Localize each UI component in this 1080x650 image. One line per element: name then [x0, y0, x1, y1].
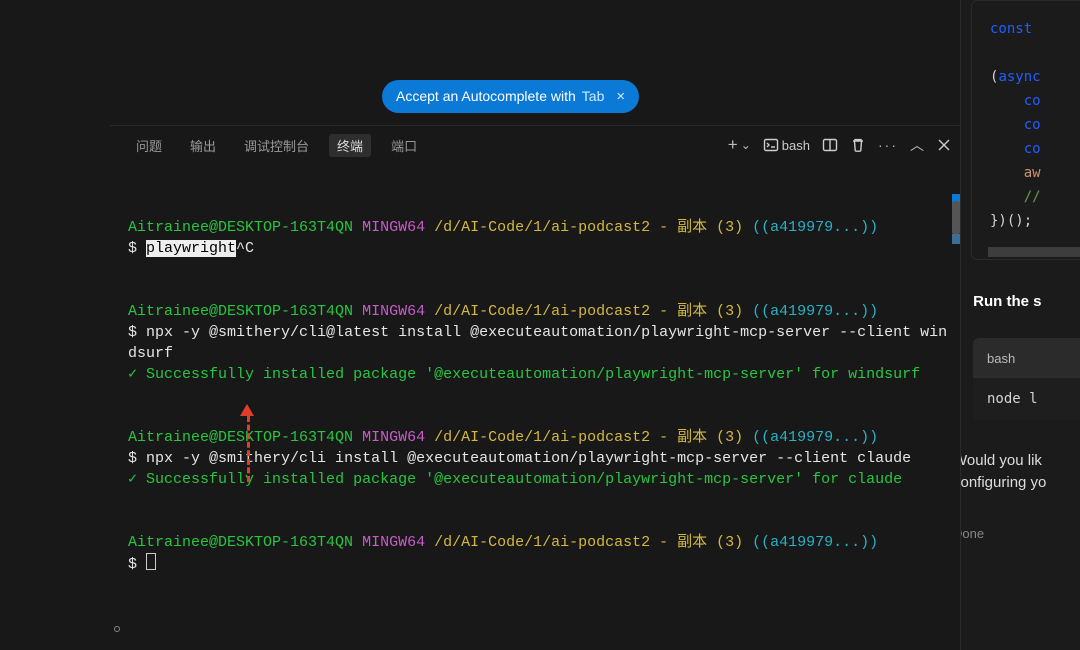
code-scroll-thumb[interactable] [988, 247, 1080, 257]
cmd-line: $ npx -y @smithery/cli install @executea… [128, 450, 911, 467]
code-lang-chip: bash [973, 338, 1080, 378]
prompt-line: Aitrainee@DESKTOP-163T4QN MINGW64 /d/AI-… [128, 219, 878, 236]
shell-label: bash [782, 138, 810, 153]
step-item: 3. Run the s [960, 293, 1080, 310]
tab-debug[interactable]: 调试控制台 [236, 134, 317, 157]
autocomplete-tip-pill[interactable]: Accept an Autocomplete with Tab × [382, 80, 639, 113]
success-line: ✓ Successfully installed package '@execu… [128, 366, 920, 383]
code-block: const (async co co co aw // })(); [971, 0, 1080, 260]
prompt-line: Aitrainee@DESKTOP-163T4QN MINGW64 /d/AI-… [128, 303, 878, 320]
success-line: ✓ Successfully installed package '@execu… [128, 471, 902, 488]
terminal-output[interactable]: Aitrainee@DESKTOP-163T4QN MINGW64 /d/AI-… [128, 196, 948, 640]
terminal-icon [763, 137, 779, 153]
new-terminal-button[interactable]: + ⌄ [728, 135, 751, 155]
kill-terminal-button[interactable] [850, 137, 866, 153]
assistant-paragraph: Would you lik configuring yo [960, 450, 1080, 494]
tab-ports[interactable]: 端口 [383, 134, 425, 157]
close-icon[interactable]: × [616, 80, 625, 113]
pill-kbd: Tab [582, 80, 605, 113]
terminal-cursor [146, 553, 156, 570]
chevron-down-icon: ⌄ [741, 138, 751, 152]
prompt-line: Aitrainee@DESKTOP-163T4QN MINGW64 /d/AI-… [128, 534, 878, 551]
tab-terminal[interactable]: 终端 [329, 134, 371, 157]
code-snippet[interactable]: node l [973, 378, 1080, 420]
tab-output[interactable]: 输出 [182, 134, 224, 157]
side-panel: const (async co co co aw // })(); 3. Run… [960, 0, 1080, 650]
tab-problems[interactable]: 问题 [128, 134, 170, 157]
bottom-panel: 问题 输出 调试控制台 终端 端口 + ⌄ bash ··· ︿ [110, 125, 960, 650]
cmd-line: $ [128, 556, 156, 573]
gutter-dot-icon [114, 626, 120, 632]
shell-picker[interactable]: bash [763, 137, 810, 153]
terminal-toolbar: + ⌄ bash ··· ︿ [728, 126, 952, 164]
x-icon [936, 137, 952, 153]
scroll-marker [952, 234, 960, 244]
scrollbar-thumb[interactable] [952, 201, 960, 235]
cmd-line: $ npx -y @smithery/cli@latest install @e… [128, 324, 947, 362]
maximize-panel-button[interactable]: ︿ [910, 135, 924, 155]
more-button[interactable]: ··· [878, 137, 898, 153]
chevron-up-icon: ︿ [910, 135, 924, 155]
cmd-line: $ playwright^C [128, 240, 254, 257]
plus-icon: + [728, 135, 738, 155]
done-label[interactable]: Done [960, 526, 984, 541]
split-terminal-button[interactable] [822, 137, 838, 153]
trash-icon [850, 137, 866, 153]
close-panel-button[interactable] [936, 137, 952, 153]
prompt-line: Aitrainee@DESKTOP-163T4QN MINGW64 /d/AI-… [128, 429, 878, 446]
pill-text: Accept an Autocomplete with [396, 80, 576, 113]
split-icon [822, 137, 838, 153]
